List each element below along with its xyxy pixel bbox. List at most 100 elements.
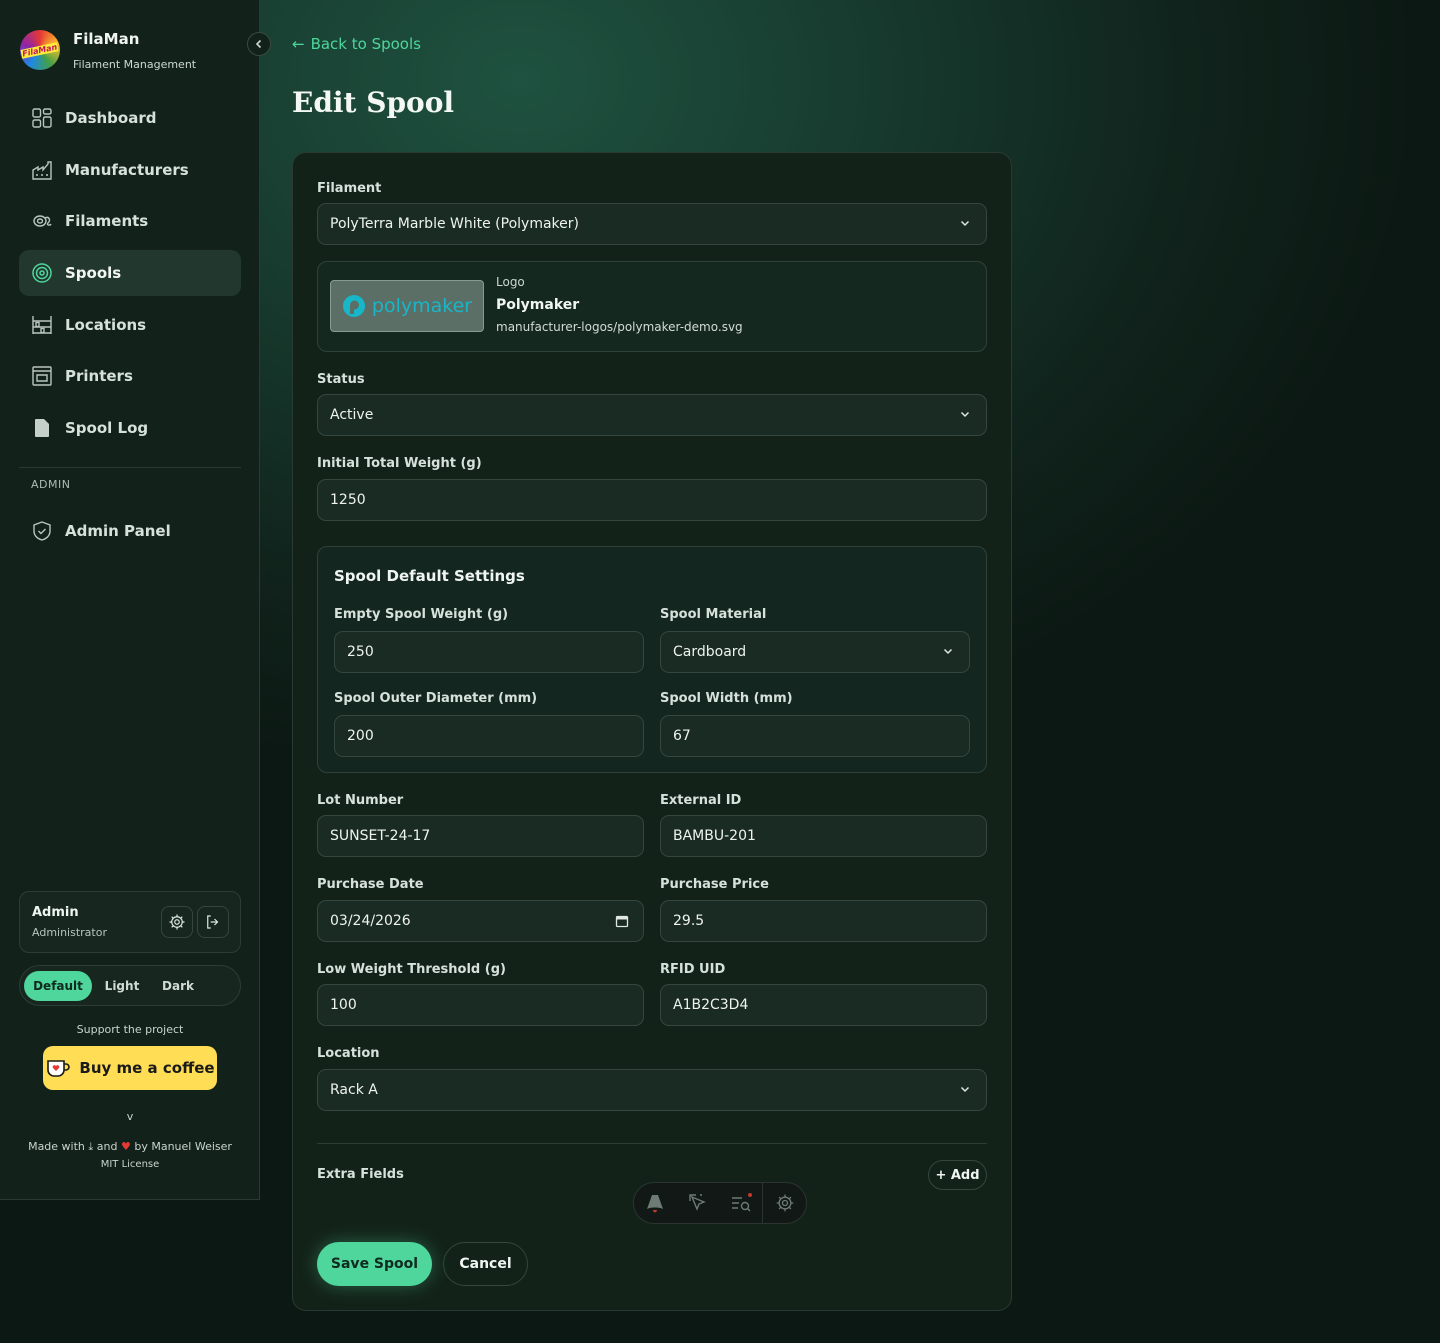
sidebar-item-label: Spools (65, 264, 122, 283)
sidebar-item-label: Spool Log (65, 419, 149, 438)
settings-button[interactable] (161, 906, 193, 938)
buy-coffee-label: Buy me a coffee (79, 1059, 215, 1077)
user-card: Admin Administrator (19, 891, 241, 953)
shield-icon (31, 520, 53, 542)
rfid-value: A1B2C3D4 (673, 997, 749, 1013)
theme-light-option[interactable]: Light (96, 971, 148, 1001)
empty-weight-input[interactable]: 250 (334, 631, 644, 673)
location-select[interactable]: Rack A (317, 1069, 987, 1111)
arrow-left-icon: ← (292, 35, 305, 53)
lot-number-input[interactable]: SUNSET-24-17 (317, 815, 644, 857)
filament-select[interactable]: PolyTerra Marble White (Polymaker) (317, 203, 987, 245)
logout-button[interactable] (197, 906, 229, 938)
app-subtitle: Filament Management (73, 58, 197, 71)
logo-label: Logo (496, 275, 525, 289)
sidebar-item-label: Printers (65, 367, 133, 386)
low-threshold-input[interactable]: 100 (317, 984, 644, 1026)
rfid-input[interactable]: A1B2C3D4 (660, 984, 987, 1026)
outer-diameter-input[interactable]: 200 (334, 715, 644, 757)
sidebar-nav: Dashboard Manufacturers Filaments Spools… (19, 95, 241, 560)
filament-icon (31, 210, 53, 232)
outer-diameter-value: 200 (347, 728, 374, 744)
logo-path: manufacturer-logos/polymaker-demo.svg (496, 320, 743, 334)
sidebar-item-manufacturers[interactable]: Manufacturers (19, 147, 241, 193)
logo-text: FilaMan (20, 41, 60, 59)
sidebar-item-filaments[interactable]: Filaments (19, 198, 241, 244)
manufacturer-logo-preview: polymaker Logo Polymaker manufacturer-lo… (317, 261, 987, 352)
dashboard-icon (31, 107, 53, 129)
brand[interactable]: FilaMan FilaMan Filament Management (20, 26, 196, 71)
factory-icon (31, 159, 53, 181)
sidebar-item-printers[interactable]: Printers (19, 353, 241, 399)
chevron-left-icon (254, 39, 264, 49)
purchase-price-label: Purchase Price (660, 877, 769, 892)
gear-icon[interactable] (763, 1183, 806, 1223)
nav-divider (19, 467, 241, 469)
download-icon: ⤓ (88, 1140, 94, 1153)
theme-default-option[interactable]: Default (24, 971, 92, 1001)
sidebar-item-locations[interactable]: Locations (19, 302, 241, 348)
calendar-icon[interactable] (615, 914, 629, 928)
external-id-input[interactable]: BAMBU-201 (660, 815, 987, 857)
document-icon (31, 417, 53, 439)
low-threshold-label: Low Weight Threshold (g) (317, 962, 506, 977)
chevron-down-icon (960, 411, 970, 418)
edit-spool-form: Filament PolyTerra Marble White (Polymak… (292, 152, 1012, 1311)
version-text: v (126, 1110, 134, 1123)
sidebar-item-spool-log[interactable]: Spool Log (19, 405, 241, 451)
status-select[interactable]: Active (317, 394, 987, 436)
theme-dark-option[interactable]: Dark (152, 971, 204, 1001)
app-title: FilaMan (73, 30, 140, 48)
buy-coffee-button[interactable]: Buy me a coffee (43, 1046, 217, 1090)
manufacturer-name: Polymaker (496, 297, 580, 313)
status-label: Status (317, 372, 365, 387)
initial-weight-value: 1250 (330, 492, 366, 508)
spool-defaults-group: Spool Default Settings Empty Spool Weigh… (317, 546, 987, 773)
sidebar-item-dashboard[interactable]: Dashboard (19, 95, 241, 141)
spool-width-input[interactable]: 67 (660, 715, 970, 757)
spool-material-label: Spool Material (660, 607, 767, 622)
purchase-date-label: Purchase Date (317, 877, 424, 892)
purchase-price-input[interactable]: 29.5 (660, 900, 987, 942)
filament-select-value: PolyTerra Marble White (Polymaker) (330, 216, 579, 232)
user-role: Administrator (32, 926, 107, 939)
back-to-spools-link[interactable]: ← Back to Spools (292, 35, 421, 53)
made-with-author[interactable]: by Manuel Weiser (134, 1140, 232, 1153)
gear-icon (168, 913, 186, 931)
audit-list-icon[interactable] (720, 1183, 763, 1223)
filament-label: Filament (317, 181, 382, 196)
shelf-icon (31, 314, 53, 336)
external-id-value: BAMBU-201 (673, 828, 756, 844)
sidebar-item-label: Locations (65, 315, 147, 334)
astro-menu-icon[interactable] (634, 1183, 677, 1223)
app-logo: FilaMan (20, 30, 60, 70)
save-spool-button[interactable]: Save Spool (317, 1242, 432, 1286)
manufacturer-logo-image: polymaker (330, 280, 484, 332)
status-select-value: Active (330, 407, 374, 423)
chevron-down-icon (943, 648, 953, 655)
license-text[interactable]: MIT License (0, 1159, 260, 1170)
cancel-button[interactable]: Cancel (443, 1242, 528, 1286)
spool-material-select[interactable]: Cardboard (660, 631, 970, 673)
sidebar-item-admin-panel[interactable]: Admin Panel (19, 508, 241, 554)
purchase-date-input[interactable]: 03/24/2026 (317, 900, 644, 942)
inspect-cursor-icon[interactable] (677, 1183, 720, 1223)
purchase-price-value: 29.5 (673, 913, 705, 929)
spool-width-value: 67 (673, 728, 691, 744)
logout-icon (204, 913, 222, 931)
user-name: Admin (32, 905, 79, 920)
section-divider (317, 1143, 987, 1144)
sidebar-item-spools[interactable]: Spools (19, 250, 241, 297)
sidebar-item-label: Manufacturers (65, 160, 189, 179)
support-text: Support the project (76, 1023, 184, 1036)
add-extra-field-button[interactable]: + Add (928, 1160, 987, 1190)
initial-weight-input[interactable]: 1250 (317, 479, 987, 521)
printer-icon (31, 365, 53, 387)
sidebar: FilaMan FilaMan Filament Management Dash… (0, 0, 260, 1200)
coffee-cup-icon (45, 1058, 71, 1078)
low-threshold-value: 100 (330, 997, 357, 1013)
theme-switch: Default Light Dark (19, 965, 241, 1006)
empty-weight-label: Empty Spool Weight (g) (334, 607, 509, 622)
collapse-sidebar-button[interactable] (247, 32, 271, 56)
spool-width-label: Spool Width (mm) (660, 691, 793, 706)
